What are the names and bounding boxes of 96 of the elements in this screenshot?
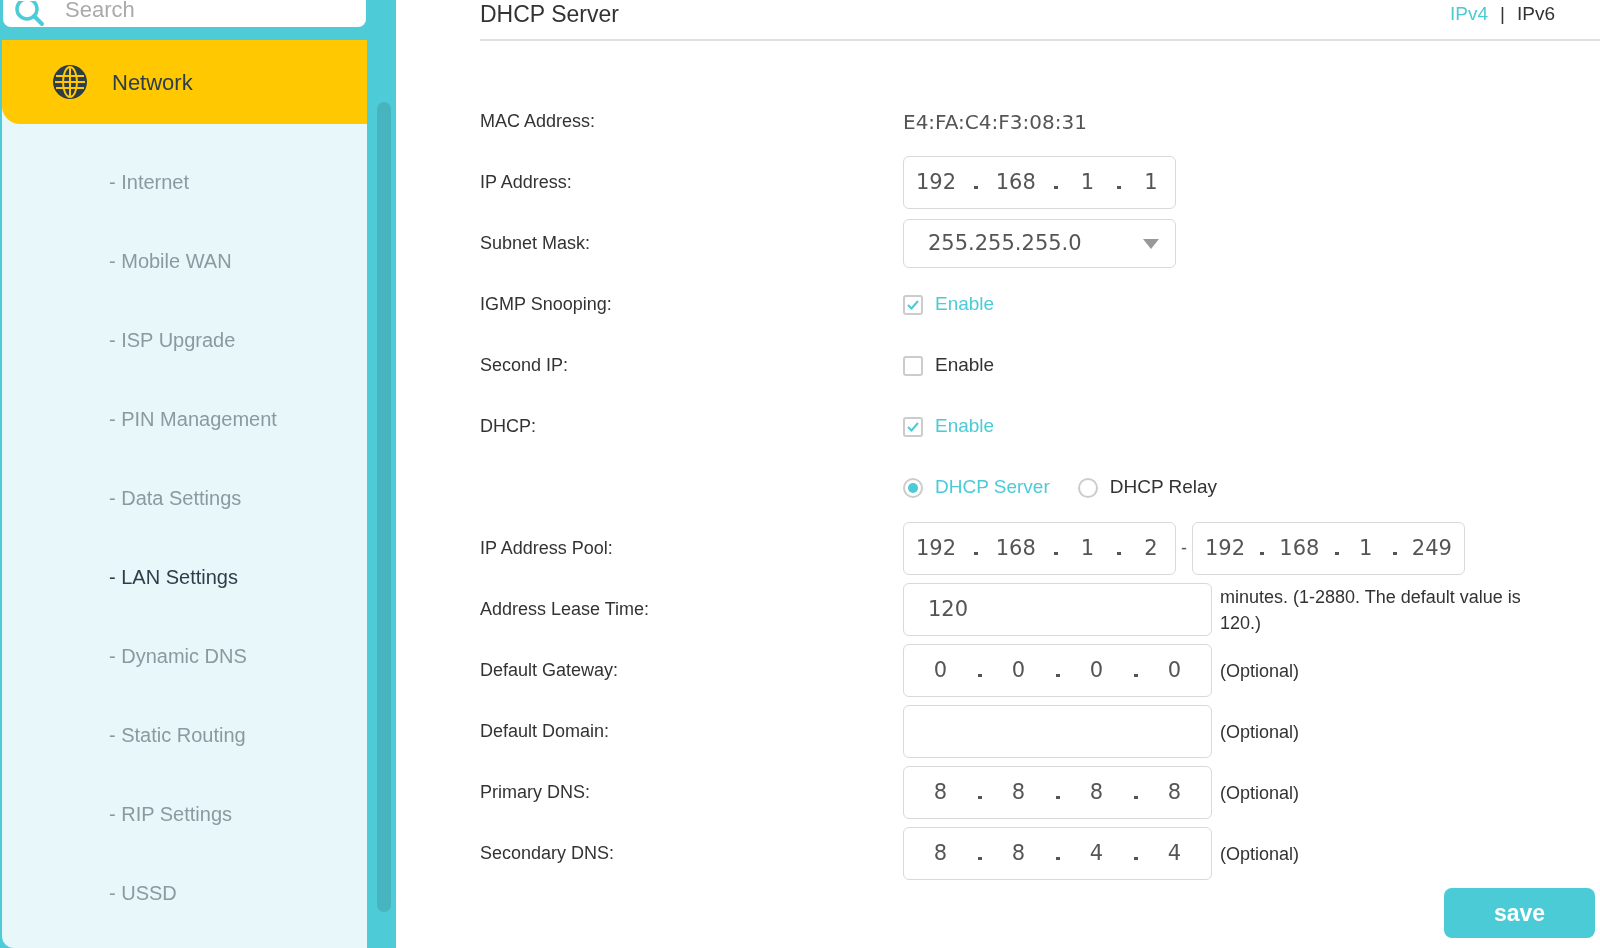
field-label: Subnet Mask:	[480, 233, 591, 253]
enable-checkbox[interactable]: Enable	[903, 290, 995, 319]
submenu-item[interactable]: - Dynamic DNS	[2, 616, 367, 695]
octet-value: 0	[1166, 656, 1183, 684]
submenu-item[interactable]: - USSD	[2, 853, 367, 932]
field-note: (Optional)	[1220, 781, 1301, 805]
radio-option[interactable]: DHCP Relay	[1077, 473, 1218, 502]
octet-value: 1	[1357, 534, 1374, 562]
search-field[interactable]: Search	[3, 0, 366, 27]
dot-separator-icon	[1053, 552, 1058, 555]
field-label: Address Lease Time:	[480, 599, 650, 619]
dot-separator-icon	[1392, 552, 1397, 555]
field-label: DHCP:	[480, 416, 536, 436]
enable-checkbox[interactable]: Enable	[903, 351, 995, 380]
dot-separator-icon	[1133, 796, 1138, 799]
dot-separator-icon	[977, 796, 982, 799]
octet-value: 168	[995, 534, 1036, 562]
ip-address-field[interactable]: 192 168 1 1	[903, 156, 1176, 209]
octet-value: 4	[1088, 839, 1105, 867]
dot-separator-icon	[1133, 674, 1138, 677]
octet-value: 168	[1279, 534, 1320, 562]
field-note: (Optional)	[1220, 720, 1301, 744]
submenu-item[interactable]: - PIN Management	[2, 379, 367, 458]
range-separator: -	[1181, 537, 1187, 560]
field-label: IGMP Snooping:	[480, 294, 612, 314]
protocol-tab[interactable]: IPv4	[1450, 0, 1489, 28]
text-input-field[interactable]	[903, 705, 1212, 758]
octet-value: 192	[1205, 534, 1246, 562]
check-icon	[907, 421, 919, 432]
octet-value: 8	[1088, 778, 1105, 806]
dot-separator-icon	[973, 186, 978, 189]
octet-value: 1	[1079, 534, 1096, 562]
field-label: IP Address Pool:	[480, 538, 613, 558]
text-input-field[interactable]: 120	[903, 583, 1212, 636]
field-label: Default Gateway:	[480, 660, 619, 680]
field-note: (Optional)	[1220, 842, 1301, 866]
mac-address-value: E4:FA:C4:F3:08:31	[903, 108, 1087, 136]
field-label: MAC Address:	[480, 111, 596, 131]
dot-separator-icon	[1260, 552, 1265, 555]
dot-separator-icon	[1055, 796, 1060, 799]
octet-value: 8	[932, 839, 949, 867]
tab-separator: |	[1500, 2, 1505, 26]
dot-separator-icon	[1117, 552, 1122, 555]
save-button[interactable]: save	[1444, 888, 1595, 938]
octet-value: 4	[1166, 839, 1183, 867]
dot-separator-icon	[1133, 857, 1138, 860]
octet-value: 1	[1079, 168, 1096, 196]
submenu-item[interactable]: - RIP Settings	[2, 774, 367, 853]
enable-checkbox[interactable]: Enable	[903, 412, 995, 441]
octet-value: 192	[916, 168, 957, 196]
caret-icon	[1143, 238, 1159, 249]
ip-address-field[interactable]: 0 0 0 0	[903, 644, 1212, 697]
octet-value: 8	[1010, 778, 1027, 806]
octet-value: 168	[995, 168, 1036, 196]
field-label: Second IP:	[480, 355, 569, 375]
field-label: Primary DNS:	[480, 782, 590, 802]
octet-value: 0	[1088, 656, 1105, 684]
dot-separator-icon	[977, 674, 982, 677]
ip-address-field[interactable]: 8 8 4 4	[903, 827, 1212, 880]
dot-separator-icon	[1117, 186, 1122, 189]
octet-value: 0	[932, 656, 949, 684]
page-title: DHCP Server	[480, 0, 619, 28]
radio-option[interactable]: DHCP Server	[903, 473, 1050, 502]
field-note: minutes. (1-2880. The default value is 120.)	[1220, 585, 1522, 635]
submenu-item[interactable]: - ISP Upgrade	[2, 300, 367, 379]
field-label: Secondary DNS:	[480, 843, 615, 863]
dot-separator-icon	[1053, 186, 1058, 189]
octet-value: 249	[1411, 534, 1452, 562]
dot-separator-icon	[973, 552, 978, 555]
submenu-item[interactable]: - Mobile WAN	[2, 221, 367, 300]
globe-icon	[52, 64, 88, 100]
ip-address-field[interactable]: 8 8 8 8	[903, 766, 1212, 819]
field-label: Default Domain:	[480, 721, 610, 741]
octet-value: 0	[1010, 656, 1027, 684]
octet-value: 2	[1143, 534, 1159, 562]
network-menu-item[interactable]: Network	[2, 40, 367, 124]
ip-address-field[interactable]: 192 168 1 249	[1192, 522, 1465, 575]
octet-value: 192	[916, 534, 957, 562]
check-icon	[907, 299, 919, 310]
submenu-item[interactable]: - Data Settings	[2, 458, 367, 537]
octet-value: 8	[1166, 778, 1183, 806]
dot-separator-icon	[1055, 674, 1060, 677]
protocol-tab[interactable]: IPv6	[1516, 0, 1555, 28]
ip-address-field[interactable]: 192 168 1 2	[903, 522, 1176, 575]
submenu-item[interactable]: - LAN Settings	[2, 537, 367, 616]
subnet-mask-dropdown[interactable]: 255.255.255.0	[903, 219, 1176, 268]
field-note: (Optional)	[1220, 659, 1301, 683]
field-label: IP Address:	[480, 172, 572, 192]
dot-separator-icon	[1055, 857, 1060, 860]
octet-value: 1	[1143, 168, 1159, 196]
dot-separator-icon	[1334, 552, 1339, 555]
octet-value: 8	[1010, 839, 1027, 867]
submenu-item[interactable]: - Static Routing	[2, 695, 367, 774]
submenu-item[interactable]: - Internet	[2, 142, 367, 221]
octet-value: 8	[932, 778, 949, 806]
dot-separator-icon	[977, 857, 982, 860]
